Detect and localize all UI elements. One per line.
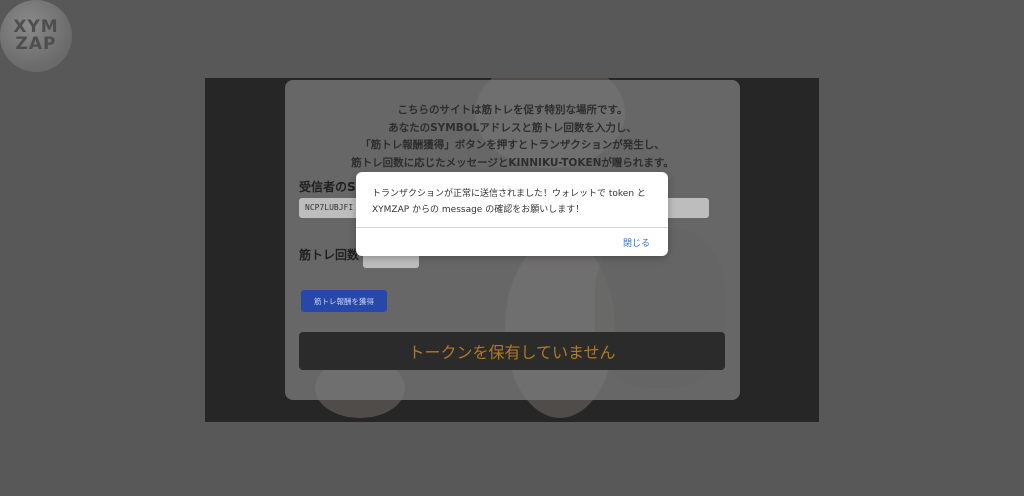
dialog-divider — [356, 227, 668, 228]
logo-text-zap: ZAP — [15, 34, 57, 54]
intro-text: こちらのサイトは筋トレを促す特別な場所です。 あなたのSYMBOLアドレスと筋ト… — [285, 102, 740, 172]
dialog-message: トランザクションが正常に送信されました！ウォレットで token と XYMZA… — [372, 186, 656, 218]
intro-line: 筋トレ回数に応じたメッセージとKINNIKU-TOKENが贈られます。 — [351, 156, 674, 169]
intro-line: こちらのサイトは筋トレを促す特別な場所です。 — [397, 104, 628, 116]
earn-reward-button[interactable]: 筋トレ報酬を獲得 — [301, 290, 387, 312]
count-label: 筋トレ回数 — [299, 248, 360, 262]
success-dialog: トランザクションが正常に送信されました！ウォレットで token と XYMZA… — [356, 172, 668, 256]
dialog-message-line: トランザクションが正常に送信されました！ウォレットで token と — [372, 189, 646, 199]
token-status-bar: トークンを保有していません — [299, 332, 725, 370]
intro-line: あなたのSYMBOLアドレスと筋トレ回数を入力し、 — [388, 121, 637, 134]
xymzap-logo: XYM ZAP — [0, 0, 72, 72]
intro-line: 「筋トレ報酬獲得」ボタンを押すとトランザクションが発生し、 — [360, 139, 665, 151]
dialog-message-line: XYMZAP からの message の確認をお願いします！ — [372, 205, 585, 215]
close-button[interactable]: 閉じる — [623, 236, 650, 249]
address-label: 受信者のSY — [299, 180, 365, 194]
